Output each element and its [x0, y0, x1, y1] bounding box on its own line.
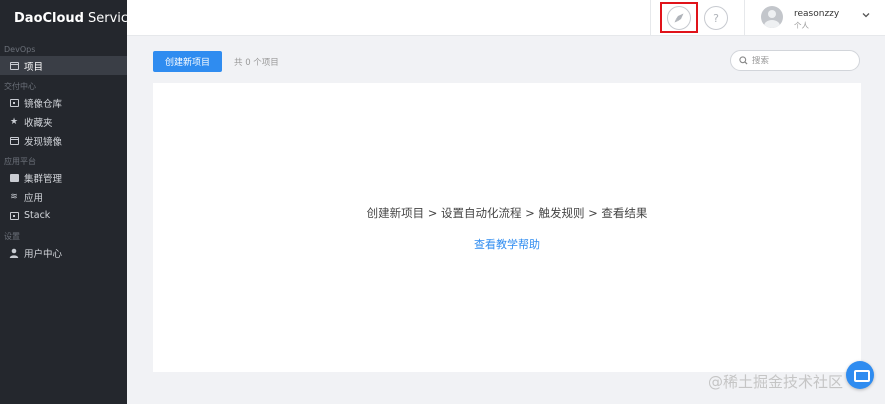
projects-panel: 创建新项目 > 设置自动化流程 > 触发规则 > 查看结果 查看教学帮助 [153, 83, 861, 372]
sidebar-item-favorites[interactable]: ★ 收藏夹 [0, 112, 127, 131]
search-input[interactable] [752, 55, 852, 66]
stack-icon [9, 211, 19, 221]
create-project-button[interactable]: 创建新项目 [153, 51, 222, 72]
sidebar-item-label: 集群管理 [24, 173, 63, 185]
sidebar-item-label: 收藏夹 [24, 117, 53, 129]
header-divider [650, 0, 651, 36]
sidebar: DaoCloud Services DevOps 项目 交付中心 镜像仓库 ★ … [0, 0, 143, 404]
section-label-platform: 应用平台 [4, 157, 36, 166]
sidebar-item-image-repo[interactable]: 镜像仓库 [0, 93, 127, 112]
search-box[interactable] [730, 50, 860, 71]
avatar[interactable] [761, 6, 783, 28]
chat-fab-icon[interactable] [846, 361, 874, 389]
folder-icon [9, 61, 19, 71]
workflow-steps: 创建新项目 > 设置自动化流程 > 触发规则 > 查看结果 [366, 206, 648, 220]
image-repo-icon [9, 98, 19, 108]
rocket-icon [667, 5, 691, 30]
layers-icon: ≋ [10, 191, 18, 202]
user-name[interactable]: reasonzzy [794, 9, 839, 19]
sidebar-item-label: Stack [24, 210, 51, 221]
sidebar-item-label: 发现镜像 [24, 136, 63, 148]
brand-name-bold: DaoCloud [14, 10, 84, 26]
project-count: 共 0 个项目 [234, 58, 279, 68]
sidebar-item-label: 镜像仓库 [24, 98, 63, 110]
tutorial-link[interactable]: 查看教学帮助 [153, 236, 861, 252]
help-symbol: ? [713, 11, 719, 25]
watermark: @稀土掘金技术社区 [708, 373, 844, 391]
header-divider [744, 0, 745, 36]
sidebar-item-apps[interactable]: ≋ 应用 [0, 187, 127, 206]
top-header: ? reasonzzy 个人 [127, 0, 885, 36]
rocket-button-highlight[interactable] [660, 2, 698, 33]
cluster-icon [9, 173, 19, 183]
user-icon [9, 248, 19, 258]
star-icon: ★ [9, 116, 19, 127]
section-label-devops: DevOps [4, 45, 36, 54]
chevron-down-icon[interactable] [861, 10, 871, 20]
discover-icon [9, 136, 19, 146]
sidebar-item-discover[interactable]: 发现镜像 [0, 131, 127, 150]
search-icon [739, 56, 748, 65]
section-label-settings: 设置 [4, 232, 20, 241]
sidebar-item-label: 用户中心 [24, 248, 63, 260]
sidebar-item-stack[interactable]: Stack [0, 206, 127, 225]
sidebar-item-clusters[interactable]: 集群管理 [0, 168, 127, 187]
sidebar-item-projects[interactable]: 项目 [0, 56, 127, 75]
help-icon[interactable]: ? [704, 6, 728, 30]
section-label-delivery: 交付中心 [4, 82, 36, 91]
brand-logo[interactable]: DaoCloud Services [0, 0, 143, 36]
sidebar-item-label: 项目 [24, 61, 44, 73]
sidebar-item-label: 应用 [24, 192, 44, 204]
user-role: 个人 [794, 21, 809, 30]
sidebar-item-user-center[interactable]: 用户中心 [0, 243, 127, 262]
